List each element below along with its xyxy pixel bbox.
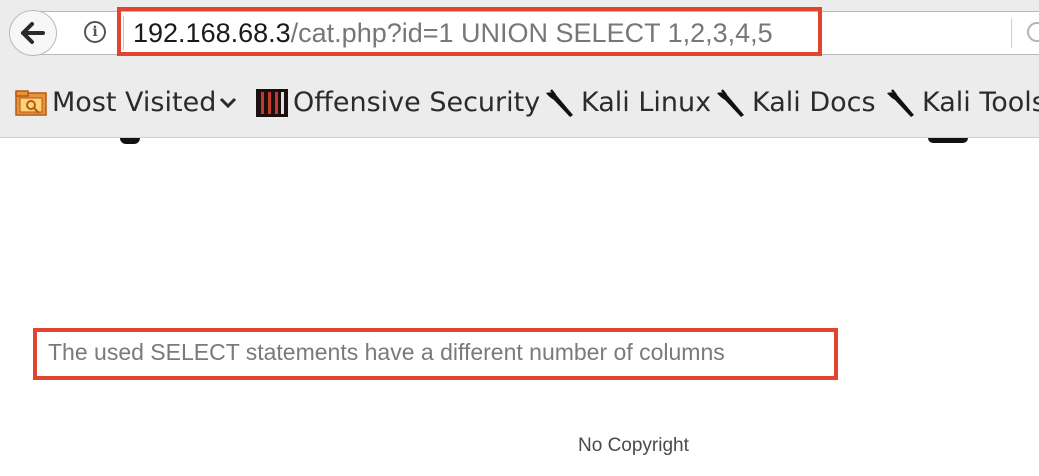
bookmark-kali-linux[interactable]: Kali Linux [543,86,711,120]
site-info-icon[interactable]: i [84,21,106,43]
bookmark-label: Kali Tools [922,87,1039,118]
navigation-toolbar: i 192.168.68.3/cat.php?id=1 UNION SELECT… [0,0,1039,68]
bookmark-kali-tools[interactable]: Kali Tools [884,86,1039,120]
bookmark-label: Kali Docs [752,87,876,118]
bookmark-most-visited[interactable]: Most Visited [14,86,238,120]
back-arrow-icon [21,22,45,44]
offsec-logo-icon [256,89,288,117]
url-annotation-highlight [117,7,822,56]
kali-dragon-icon [546,89,573,117]
browser-window: i 192.168.68.3/cat.php?id=1 UNION SELECT… [0,0,1039,476]
toolbar-divider [1011,18,1012,48]
bookmark-label: Kali Linux [581,87,712,118]
bookmark-kali-docs[interactable]: Kali Docs [714,86,876,120]
kali-dragon-icon [887,89,914,117]
heading-fragment [928,138,968,143]
footer-text: No Copyright [578,435,689,456]
page-content: The used SELECT statements have a differ… [0,138,1039,476]
heading-fragment [120,138,140,144]
bookmark-label: Offensive Security [293,87,541,118]
sql-error-message: The used SELECT statements have a differ… [48,339,725,365]
kali-dragon-icon [717,89,744,117]
bookmark-label: Most Visited [52,87,217,118]
back-button[interactable] [9,10,57,56]
bookmark-offensive-security[interactable]: Offensive Security [255,86,540,120]
bookmarks-toolbar: Most Visited Offensive Security Kali Lin… [0,68,1039,138]
chevron-down-icon [220,97,237,109]
folder-star-icon [15,90,47,116]
